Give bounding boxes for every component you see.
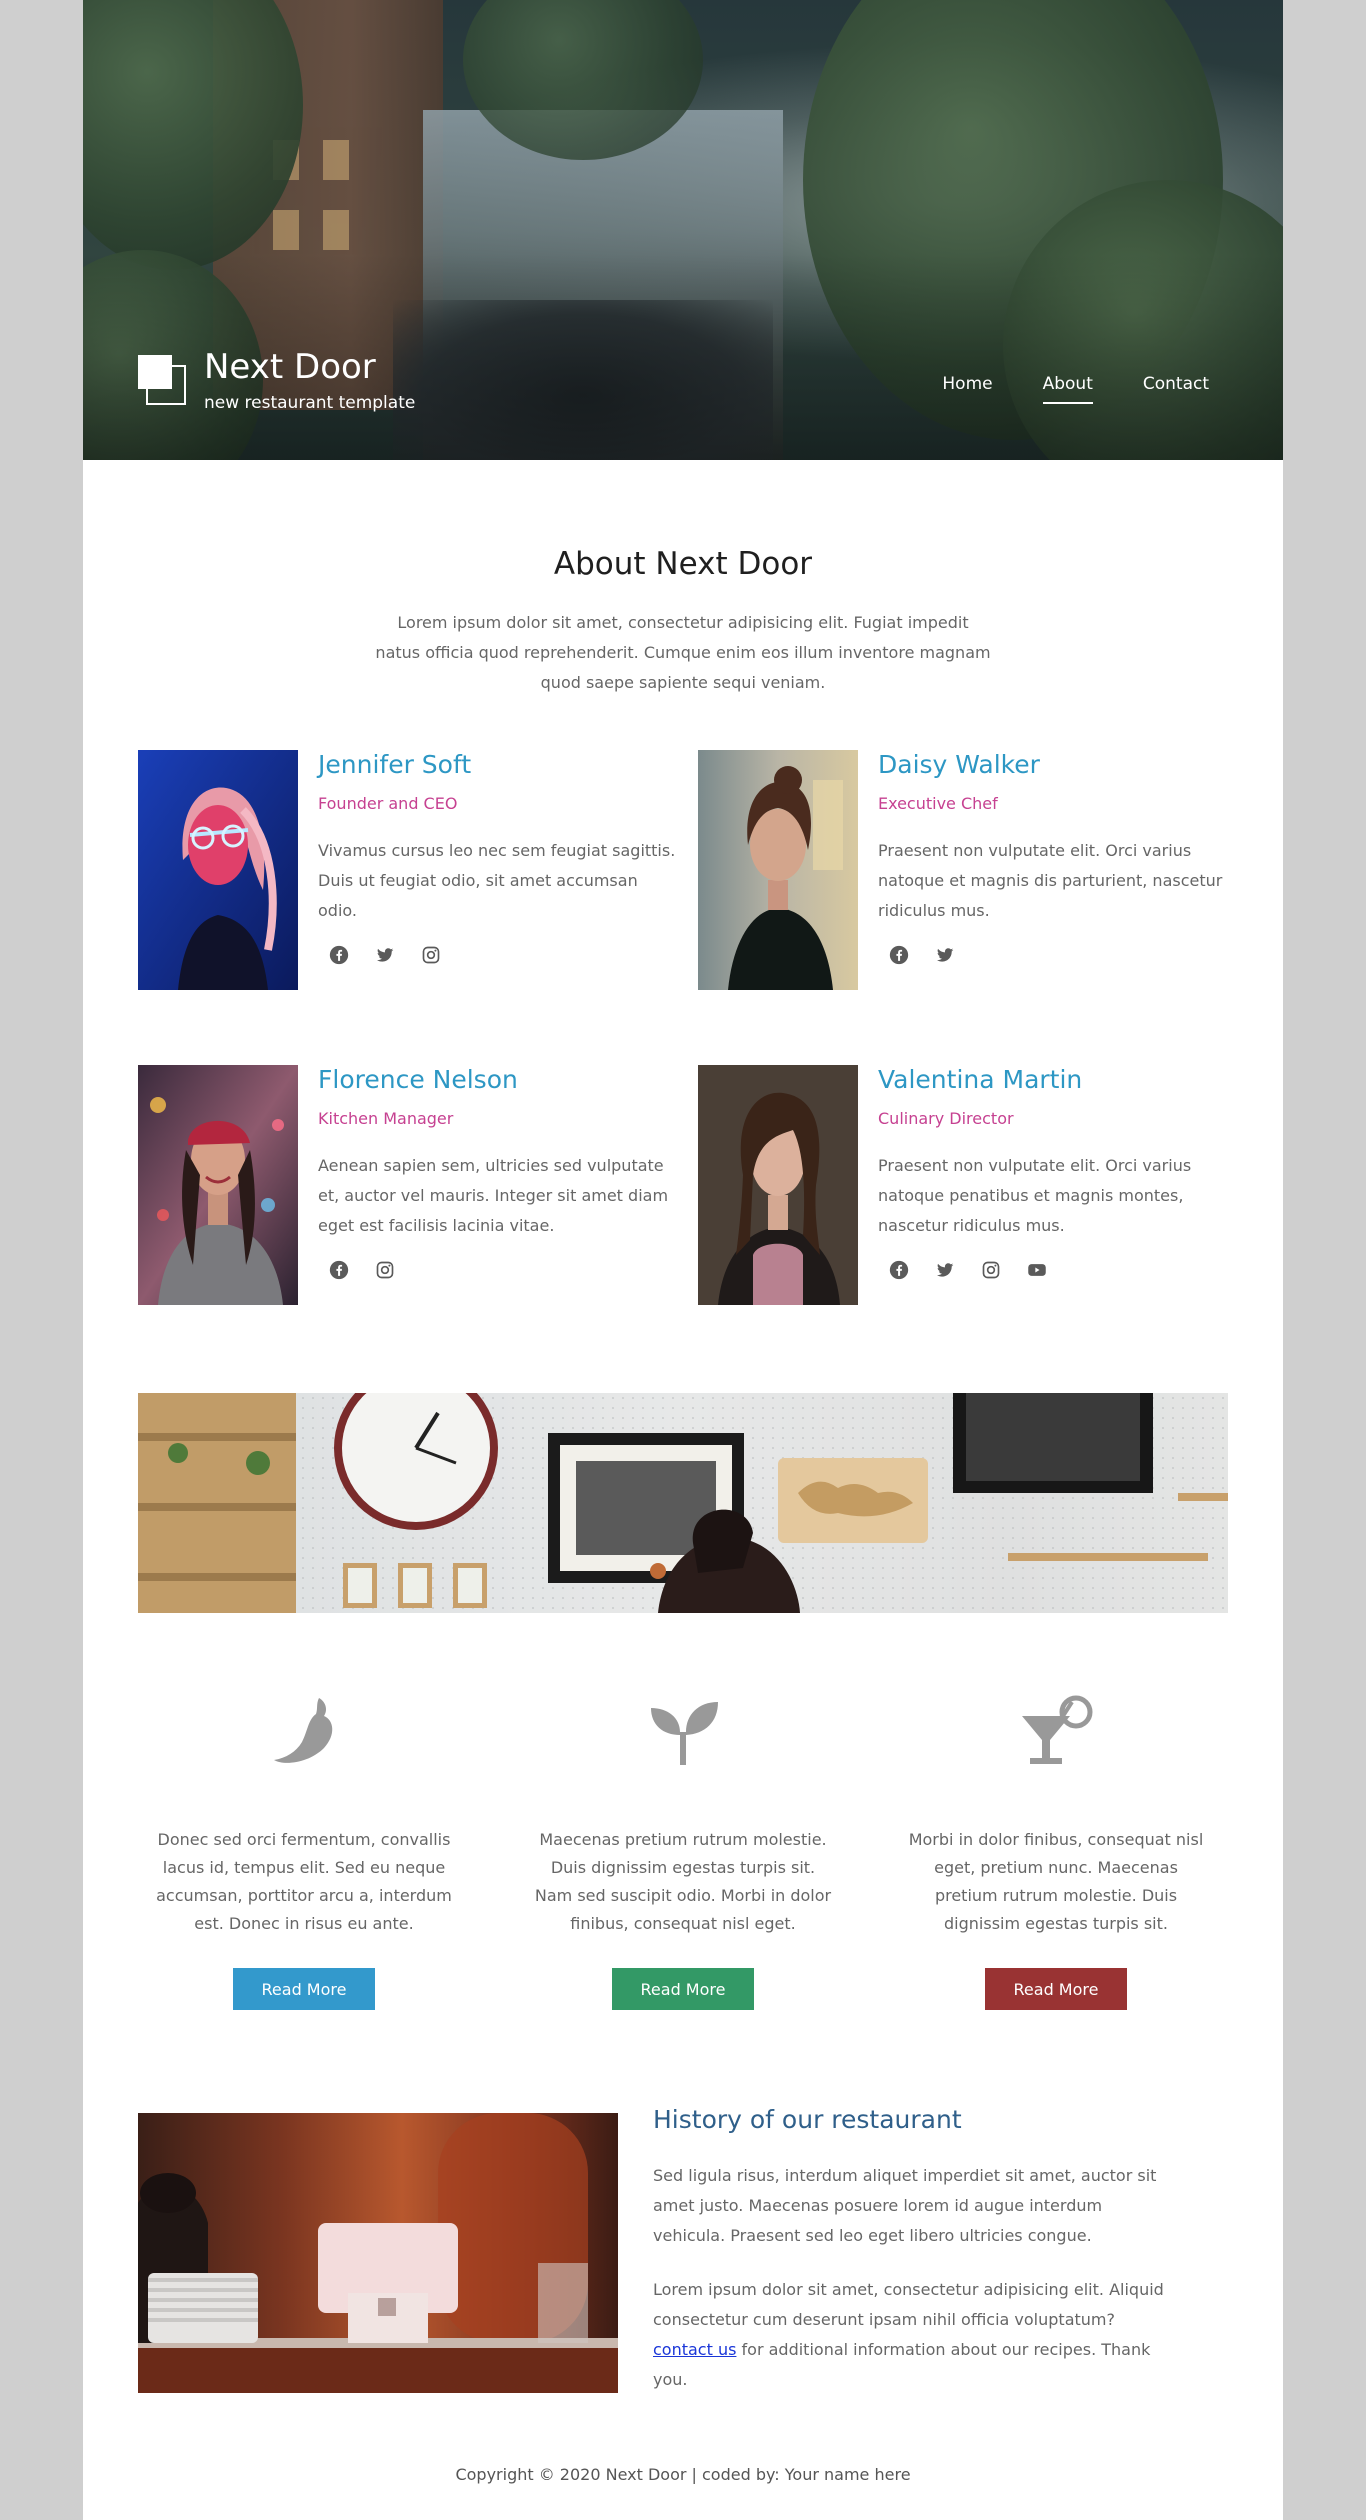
- read-more-button[interactable]: Read More: [233, 1968, 375, 2010]
- brand-tagline: new restaurant template: [204, 393, 416, 413]
- read-more-button[interactable]: Read More: [612, 1968, 754, 2010]
- team-desc: Praesent non vulputate elit. Orci varius…: [878, 841, 1223, 920]
- team-card: Florence Nelson Kitchen Manager Aenean s…: [138, 1065, 678, 1305]
- instagram-icon[interactable]: [420, 944, 442, 966]
- youtube-icon[interactable]: [1026, 1259, 1048, 1281]
- sprout-icon: [651, 1702, 718, 1765]
- team-role: Executive Chef: [878, 794, 998, 813]
- feature-text: Maecenas pretium rutrum molestie. Duis d…: [534, 1830, 832, 1933]
- history-photo: [138, 2113, 618, 2393]
- team-photo: [698, 1065, 858, 1305]
- history-paragraph-2-text: Lorem ipsum dolor sit amet, consectetur …: [653, 2280, 1164, 2329]
- facebook-icon[interactable]: [328, 944, 350, 966]
- twitter-icon[interactable]: [934, 1259, 956, 1281]
- about-title: About Next Door: [553, 545, 813, 582]
- history-paragraph-2: Lorem ipsum dolor sit amet, consectetur …: [653, 2275, 1173, 2395]
- page: Next Door new restaurant template Home A…: [83, 0, 1283, 2520]
- team-name: Valentina Martin: [878, 1065, 1083, 1094]
- team-photo: [698, 750, 858, 990]
- team-name: Florence Nelson: [318, 1065, 518, 1094]
- team-role: Culinary Director: [878, 1109, 1014, 1128]
- history-paragraph-1: Sed ligula risus, interdum aliquet imper…: [653, 2166, 1157, 2245]
- history-section: History of our restaurant Sed ligula ris…: [653, 2103, 1173, 2411]
- cocktail-icon: [1022, 1695, 1093, 1764]
- social-links: [328, 1259, 678, 1281]
- social-links: [888, 1259, 1238, 1281]
- team-role: Founder and CEO: [318, 794, 458, 813]
- team-role: Kitchen Manager: [318, 1109, 454, 1128]
- nav-item-about[interactable]: About: [1042, 372, 1093, 404]
- team-name: Jennifer Soft: [318, 750, 472, 779]
- about-text: Lorem ipsum dolor sit amet, consectetur …: [375, 613, 991, 692]
- nav-item-contact[interactable]: Contact: [1143, 372, 1209, 404]
- cafe-banner-image: [138, 1393, 1228, 1613]
- team-photo: [138, 1065, 298, 1305]
- team-photo: [138, 750, 298, 990]
- instagram-icon[interactable]: [374, 1259, 396, 1281]
- feature-text: Donec sed orci fermentum, convallis lacu…: [156, 1830, 452, 1933]
- brand-title: Next Door: [204, 347, 376, 387]
- hero-banner: Next Door new restaurant template Home A…: [83, 0, 1283, 460]
- chili-pepper-icon: [274, 1698, 333, 1763]
- contact-us-link[interactable]: contact us: [653, 2340, 736, 2359]
- social-links: [328, 944, 678, 966]
- facebook-icon[interactable]: [328, 1259, 350, 1281]
- read-more-button[interactable]: Read More: [985, 1968, 1127, 2010]
- main-nav: Home About Contact: [942, 372, 1209, 404]
- footer: Copyright © 2020 Next Door | coded by: Y…: [455, 2465, 911, 2484]
- feature-card: Donec sed orci fermentum, convallis lacu…: [154, 1690, 454, 2010]
- facebook-icon[interactable]: [888, 944, 910, 966]
- instagram-icon[interactable]: [980, 1259, 1002, 1281]
- twitter-icon[interactable]: [374, 944, 396, 966]
- social-links: [888, 944, 1238, 966]
- team-card: Jennifer Soft Founder and CEO Vivamus cu…: [138, 750, 678, 990]
- team-card: Daisy Walker Executive Chef Praesent non…: [698, 750, 1238, 990]
- brand[interactable]: Next Door new restaurant template: [138, 345, 415, 415]
- history-title: History of our restaurant: [653, 2105, 962, 2134]
- team-name: Daisy Walker: [878, 750, 1040, 779]
- facebook-icon[interactable]: [888, 1259, 910, 1281]
- team-card: Valentina Martin Culinary Director Praes…: [698, 1065, 1238, 1305]
- brand-logo-icon: [138, 355, 188, 415]
- twitter-icon[interactable]: [934, 944, 956, 966]
- nav-item-home[interactable]: Home: [942, 372, 992, 404]
- team-desc: Vivamus cursus leo nec sem feugiat sagit…: [318, 841, 676, 920]
- feature-text: Morbi in dolor finibus, consequat nisl e…: [908, 1830, 1204, 1933]
- feature-card: Morbi in dolor finibus, consequat nisl e…: [906, 1690, 1206, 2010]
- team-desc: Praesent non vulputate elit. Orci varius…: [878, 1156, 1192, 1235]
- feature-card: Maecenas pretium rutrum molestie. Duis d…: [533, 1690, 833, 2010]
- team-desc: Aenean sapien sem, ultricies sed vulputa…: [318, 1156, 669, 1235]
